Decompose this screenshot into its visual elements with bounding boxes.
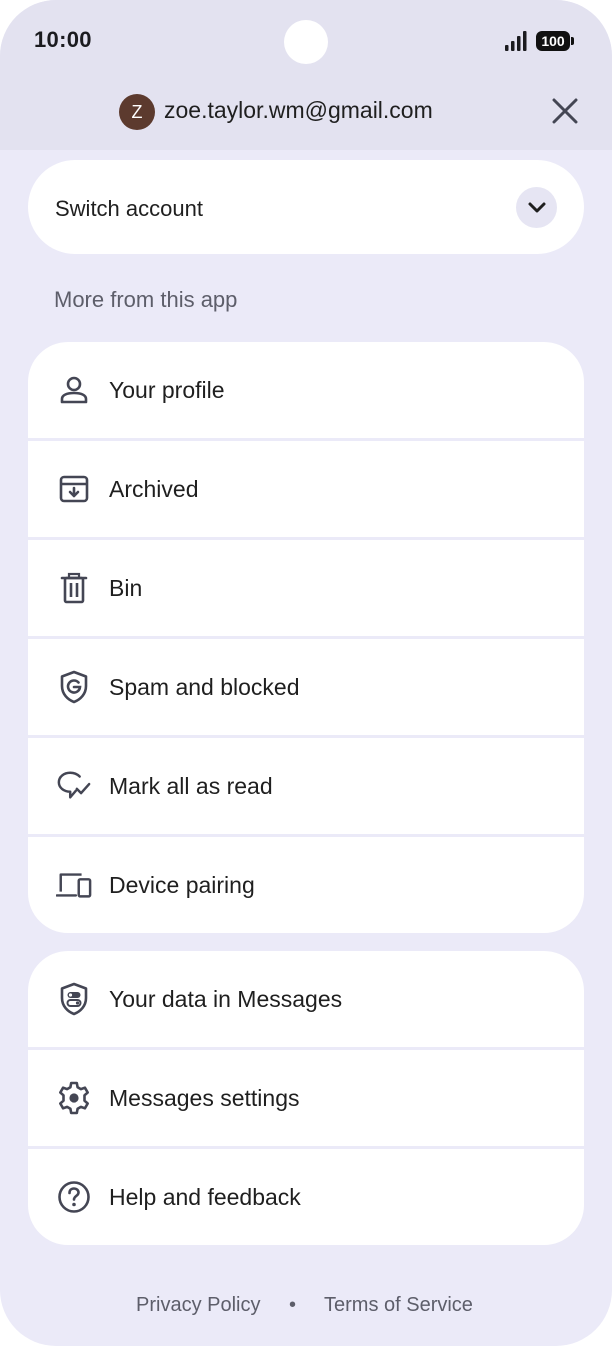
menu-item-label: Device pairing (109, 872, 255, 898)
shield-toggle-icon (56, 981, 92, 1017)
switch-account-label: Switch account (55, 196, 203, 221)
status-bar: 10:00 100 (0, 0, 612, 80)
battery-tip (571, 37, 574, 45)
avatar[interactable]: Z (119, 94, 155, 130)
trash-icon (56, 570, 92, 606)
menu-item-label: Archived (109, 476, 199, 502)
person-icon (56, 372, 92, 408)
cellular-signal-icon (505, 31, 527, 51)
menu-item-archived[interactable]: Archived (28, 441, 584, 537)
menu-item-label: Messages settings (109, 1085, 300, 1111)
more-from-app-menu: Your profile Archived Bin Spam and block… (28, 342, 584, 933)
devices-icon (56, 867, 92, 903)
archive-icon (56, 471, 92, 507)
gear-icon (56, 1080, 92, 1116)
menu-item-label: Your profile (109, 377, 225, 403)
menu-item-your-profile[interactable]: Your profile (28, 342, 584, 438)
menu-item-bin[interactable]: Bin (28, 540, 584, 636)
account-email: zoe.taylor.wm@gmail.com (164, 97, 433, 123)
terms-of-service-link[interactable]: Terms of Service (324, 1294, 473, 1317)
chevron-down-icon (528, 202, 545, 212)
close-icon (552, 98, 578, 124)
footer-separator: • (289, 1294, 297, 1316)
menu-item-label: Spam and blocked (109, 674, 300, 700)
menu-item-device-pairing[interactable]: Device pairing (28, 837, 584, 933)
menu-item-label: Bin (109, 575, 143, 601)
phone-screen: 10:00 100 Z zoe.taylor.wm@gmail.com Swit… (0, 0, 612, 1346)
shield-g-icon (56, 669, 92, 705)
expand-accounts-button[interactable] (516, 187, 557, 228)
privacy-policy-link[interactable]: Privacy Policy (136, 1294, 260, 1317)
help-icon (56, 1179, 92, 1215)
battery-indicator: 100 (536, 31, 570, 51)
menu-item-messages-settings[interactable]: Messages settings (28, 1050, 584, 1146)
settings-menu: Your data in Messages Messages settings (28, 951, 584, 1245)
camera-cutout (284, 20, 328, 64)
menu-item-spam-and-blocked[interactable]: Spam and blocked (28, 639, 584, 735)
menu-item-label: Mark all as read (109, 773, 273, 799)
menu-item-label: Your data in Messages (109, 986, 343, 1012)
menu-item-mark-all-as-read[interactable]: Mark all as read (28, 738, 584, 834)
footer-links: Privacy Policy • Terms of Service (0, 1294, 612, 1322)
chat-check-icon (56, 768, 92, 804)
menu-item-help-and-feedback[interactable]: Help and feedback (28, 1149, 584, 1245)
close-button[interactable] (544, 90, 586, 132)
menu-item-your-data[interactable]: Your data in Messages (28, 951, 584, 1047)
account-header: Z zoe.taylor.wm@gmail.com (0, 88, 612, 134)
menu-item-label: Help and feedback (109, 1184, 301, 1210)
section-header-more: More from this app (54, 287, 238, 312)
status-time: 10:00 (34, 27, 92, 52)
switch-account-button[interactable]: Switch account (28, 160, 584, 254)
